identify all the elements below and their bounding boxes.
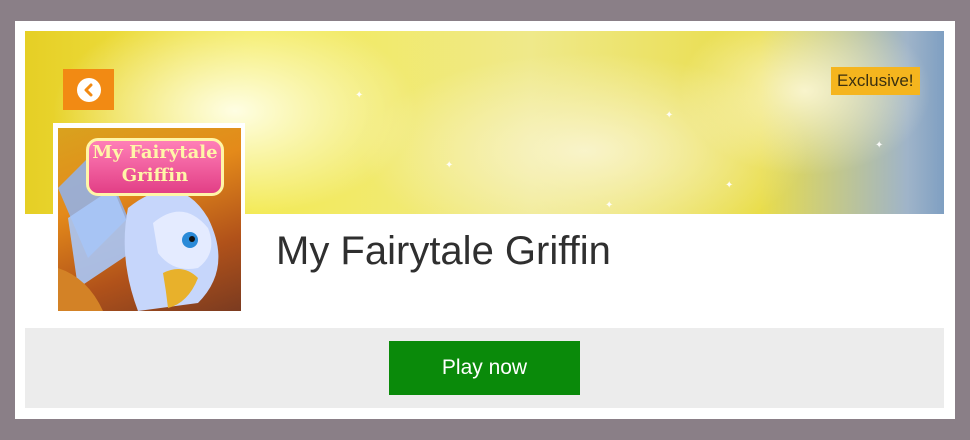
sparkle-icon: ✦ xyxy=(445,160,454,171)
back-button[interactable] xyxy=(63,69,114,110)
griffin-artwork: My Fairytale Griffin xyxy=(58,128,241,311)
game-thumbnail: My Fairytale Griffin xyxy=(53,123,245,316)
exclusive-badge: Exclusive! xyxy=(831,67,920,95)
thumbnail-logo-line: Griffin xyxy=(121,165,189,186)
game-title: My Fairytale Griffin xyxy=(276,229,611,273)
sparkle-icon: ✦ xyxy=(605,200,614,211)
sparkle-icon: ✦ xyxy=(875,140,884,151)
thumbnail-logo: My Fairytale Griffin xyxy=(86,138,224,196)
thumbnail-logo-line: My Fairytale xyxy=(92,142,218,163)
game-card: ✦ ✦ ✦ ✦ ✦ ✦ ✦ Exclusive! xyxy=(15,21,955,419)
sparkle-icon: ✦ xyxy=(665,110,674,121)
sparkle-icon: ✦ xyxy=(725,180,734,191)
sparkle-icon: ✦ xyxy=(355,90,364,101)
action-bar: Play now xyxy=(25,328,944,408)
chevron-left-icon xyxy=(76,77,101,102)
play-now-button[interactable]: Play now xyxy=(389,341,580,395)
